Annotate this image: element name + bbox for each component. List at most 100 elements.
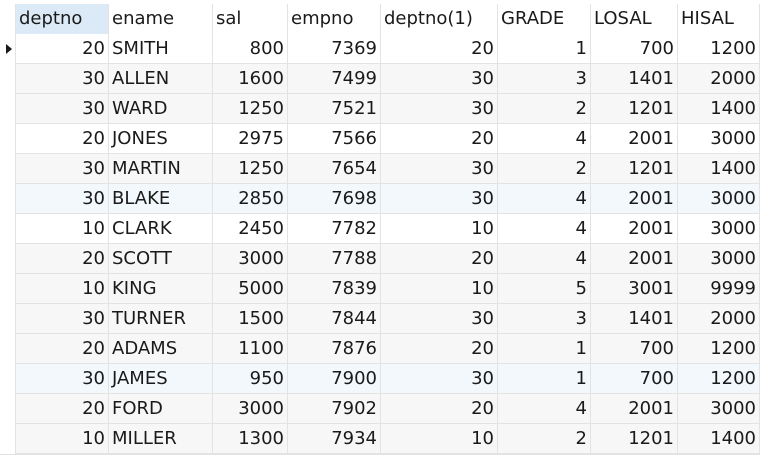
cell-empno[interactable]: 7521 bbox=[288, 94, 381, 124]
cell-hisal[interactable]: 1200 bbox=[678, 334, 760, 364]
cell-deptno[interactable]: 20 bbox=[16, 124, 109, 154]
cell-grade[interactable]: 4 bbox=[498, 214, 591, 244]
cell-hisal[interactable]: 1200 bbox=[678, 34, 760, 64]
cell-sal[interactable]: 2450 bbox=[213, 214, 288, 244]
cell-losal[interactable]: 700 bbox=[591, 364, 678, 394]
row-selector[interactable] bbox=[0, 94, 16, 124]
cell-empno[interactable]: 7900 bbox=[288, 364, 381, 394]
cell-ename[interactable]: BLAKE bbox=[109, 184, 213, 214]
cell-sal[interactable]: 1600 bbox=[213, 64, 288, 94]
cell-empno[interactable]: 7369 bbox=[288, 34, 381, 64]
cell-sal[interactable]: 1100 bbox=[213, 334, 288, 364]
table-row[interactable]: 30 JAMES 950 7900 30 1 700 1200 bbox=[0, 364, 760, 394]
cell-deptno-1[interactable]: 30 bbox=[381, 154, 498, 184]
row-selector[interactable] bbox=[0, 34, 16, 64]
cell-deptno-1[interactable]: 10 bbox=[381, 274, 498, 304]
cell-losal[interactable]: 1201 bbox=[591, 424, 678, 454]
cell-sal[interactable]: 3000 bbox=[213, 394, 288, 424]
cell-empno[interactable]: 7566 bbox=[288, 124, 381, 154]
cell-losal[interactable]: 1401 bbox=[591, 304, 678, 334]
cell-hisal[interactable]: 3000 bbox=[678, 214, 760, 244]
cell-deptno-1[interactable]: 30 bbox=[381, 304, 498, 334]
cell-deptno[interactable]: 10 bbox=[16, 274, 109, 304]
table-row[interactable]: 20 JONES 2975 7566 20 4 2001 3000 bbox=[0, 124, 760, 154]
row-selector[interactable] bbox=[0, 214, 16, 244]
cell-ename[interactable]: FORD bbox=[109, 394, 213, 424]
cell-losal[interactable]: 2001 bbox=[591, 214, 678, 244]
row-selector[interactable] bbox=[0, 274, 16, 304]
table-row[interactable]: 20 FORD 3000 7902 20 4 2001 3000 bbox=[0, 394, 760, 424]
row-selector[interactable] bbox=[0, 394, 16, 424]
cell-empno[interactable]: 7698 bbox=[288, 184, 381, 214]
cell-deptno[interactable]: 20 bbox=[16, 244, 109, 274]
cell-deptno[interactable]: 30 bbox=[16, 304, 109, 334]
table-row[interactable]: 30 MARTIN 1250 7654 30 2 1201 1400 bbox=[0, 154, 760, 184]
row-selector[interactable] bbox=[0, 154, 16, 184]
cell-grade[interactable]: 3 bbox=[498, 304, 591, 334]
cell-losal[interactable]: 700 bbox=[591, 334, 678, 364]
table-row[interactable]: 20 SCOTT 3000 7788 20 4 2001 3000 bbox=[0, 244, 760, 274]
table-row[interactable]: 20 ADAMS 1100 7876 20 1 700 1200 bbox=[0, 334, 760, 364]
cell-grade[interactable]: 1 bbox=[498, 34, 591, 64]
cell-ename[interactable]: JAMES bbox=[109, 364, 213, 394]
cell-hisal[interactable]: 1400 bbox=[678, 154, 760, 184]
cell-empno[interactable]: 7934 bbox=[288, 424, 381, 454]
table-row[interactable]: 30 TURNER 1500 7844 30 3 1401 2000 bbox=[0, 304, 760, 334]
cell-deptno-1[interactable]: 30 bbox=[381, 94, 498, 124]
cell-ename[interactable]: SCOTT bbox=[109, 244, 213, 274]
row-selector[interactable] bbox=[0, 124, 16, 154]
cell-deptno-1[interactable]: 10 bbox=[381, 214, 498, 244]
cell-sal[interactable]: 1250 bbox=[213, 154, 288, 184]
cell-hisal[interactable]: 1400 bbox=[678, 94, 760, 124]
cell-deptno[interactable]: 20 bbox=[16, 394, 109, 424]
cell-deptno-1[interactable]: 30 bbox=[381, 364, 498, 394]
cell-deptno[interactable]: 20 bbox=[16, 334, 109, 364]
cell-ename[interactable]: JONES bbox=[109, 124, 213, 154]
cell-grade[interactable]: 4 bbox=[498, 184, 591, 214]
cell-empno[interactable]: 7654 bbox=[288, 154, 381, 184]
cell-deptno[interactable]: 30 bbox=[16, 64, 109, 94]
row-selector[interactable] bbox=[0, 424, 16, 454]
cell-deptno-1[interactable]: 10 bbox=[381, 424, 498, 454]
column-header-losal[interactable]: LOSAL bbox=[591, 4, 678, 34]
cell-hisal[interactable]: 2000 bbox=[678, 304, 760, 334]
cell-ename[interactable]: ADAMS bbox=[109, 334, 213, 364]
cell-losal[interactable]: 1201 bbox=[591, 154, 678, 184]
cell-grade[interactable]: 2 bbox=[498, 154, 591, 184]
cell-empno[interactable]: 7844 bbox=[288, 304, 381, 334]
table-row[interactable]: 10 MILLER 1300 7934 10 2 1201 1400 bbox=[0, 424, 760, 454]
cell-hisal[interactable]: 3000 bbox=[678, 184, 760, 214]
cell-deptno[interactable]: 30 bbox=[16, 364, 109, 394]
cell-sal[interactable]: 2975 bbox=[213, 124, 288, 154]
cell-losal[interactable]: 2001 bbox=[591, 394, 678, 424]
cell-deptno-1[interactable]: 20 bbox=[381, 244, 498, 274]
cell-grade[interactable]: 1 bbox=[498, 364, 591, 394]
cell-losal[interactable]: 3001 bbox=[591, 274, 678, 304]
cell-losal[interactable]: 2001 bbox=[591, 184, 678, 214]
cell-empno[interactable]: 7902 bbox=[288, 394, 381, 424]
cell-losal[interactable]: 2001 bbox=[591, 124, 678, 154]
cell-ename[interactable]: WARD bbox=[109, 94, 213, 124]
column-header-ename[interactable]: ename bbox=[109, 4, 213, 34]
cell-grade[interactable]: 4 bbox=[498, 394, 591, 424]
cell-ename[interactable]: ALLEN bbox=[109, 64, 213, 94]
cell-grade[interactable]: 3 bbox=[498, 64, 591, 94]
table-row[interactable]: 30 ALLEN 1600 7499 30 3 1401 2000 bbox=[0, 64, 760, 94]
table-row[interactable]: 20 SMITH 800 7369 20 1 700 1200 bbox=[0, 34, 760, 64]
cell-grade[interactable]: 2 bbox=[498, 424, 591, 454]
table-row[interactable]: 30 BLAKE 2850 7698 30 4 2001 3000 bbox=[0, 184, 760, 214]
cell-sal[interactable]: 1250 bbox=[213, 94, 288, 124]
cell-ename[interactable]: TURNER bbox=[109, 304, 213, 334]
row-selector[interactable] bbox=[0, 184, 16, 214]
cell-sal[interactable]: 1300 bbox=[213, 424, 288, 454]
cell-hisal[interactable]: 3000 bbox=[678, 244, 760, 274]
cell-hisal[interactable]: 2000 bbox=[678, 64, 760, 94]
cell-deptno[interactable]: 20 bbox=[16, 34, 109, 64]
cell-hisal[interactable]: 9999 bbox=[678, 274, 760, 304]
cell-deptno[interactable]: 10 bbox=[16, 214, 109, 244]
cell-empno[interactable]: 7788 bbox=[288, 244, 381, 274]
cell-empno[interactable]: 7876 bbox=[288, 334, 381, 364]
cell-deptno-1[interactable]: 20 bbox=[381, 394, 498, 424]
column-header-sal[interactable]: sal bbox=[213, 4, 288, 34]
table-row[interactable]: 10 KING 5000 7839 10 5 3001 9999 bbox=[0, 274, 760, 304]
